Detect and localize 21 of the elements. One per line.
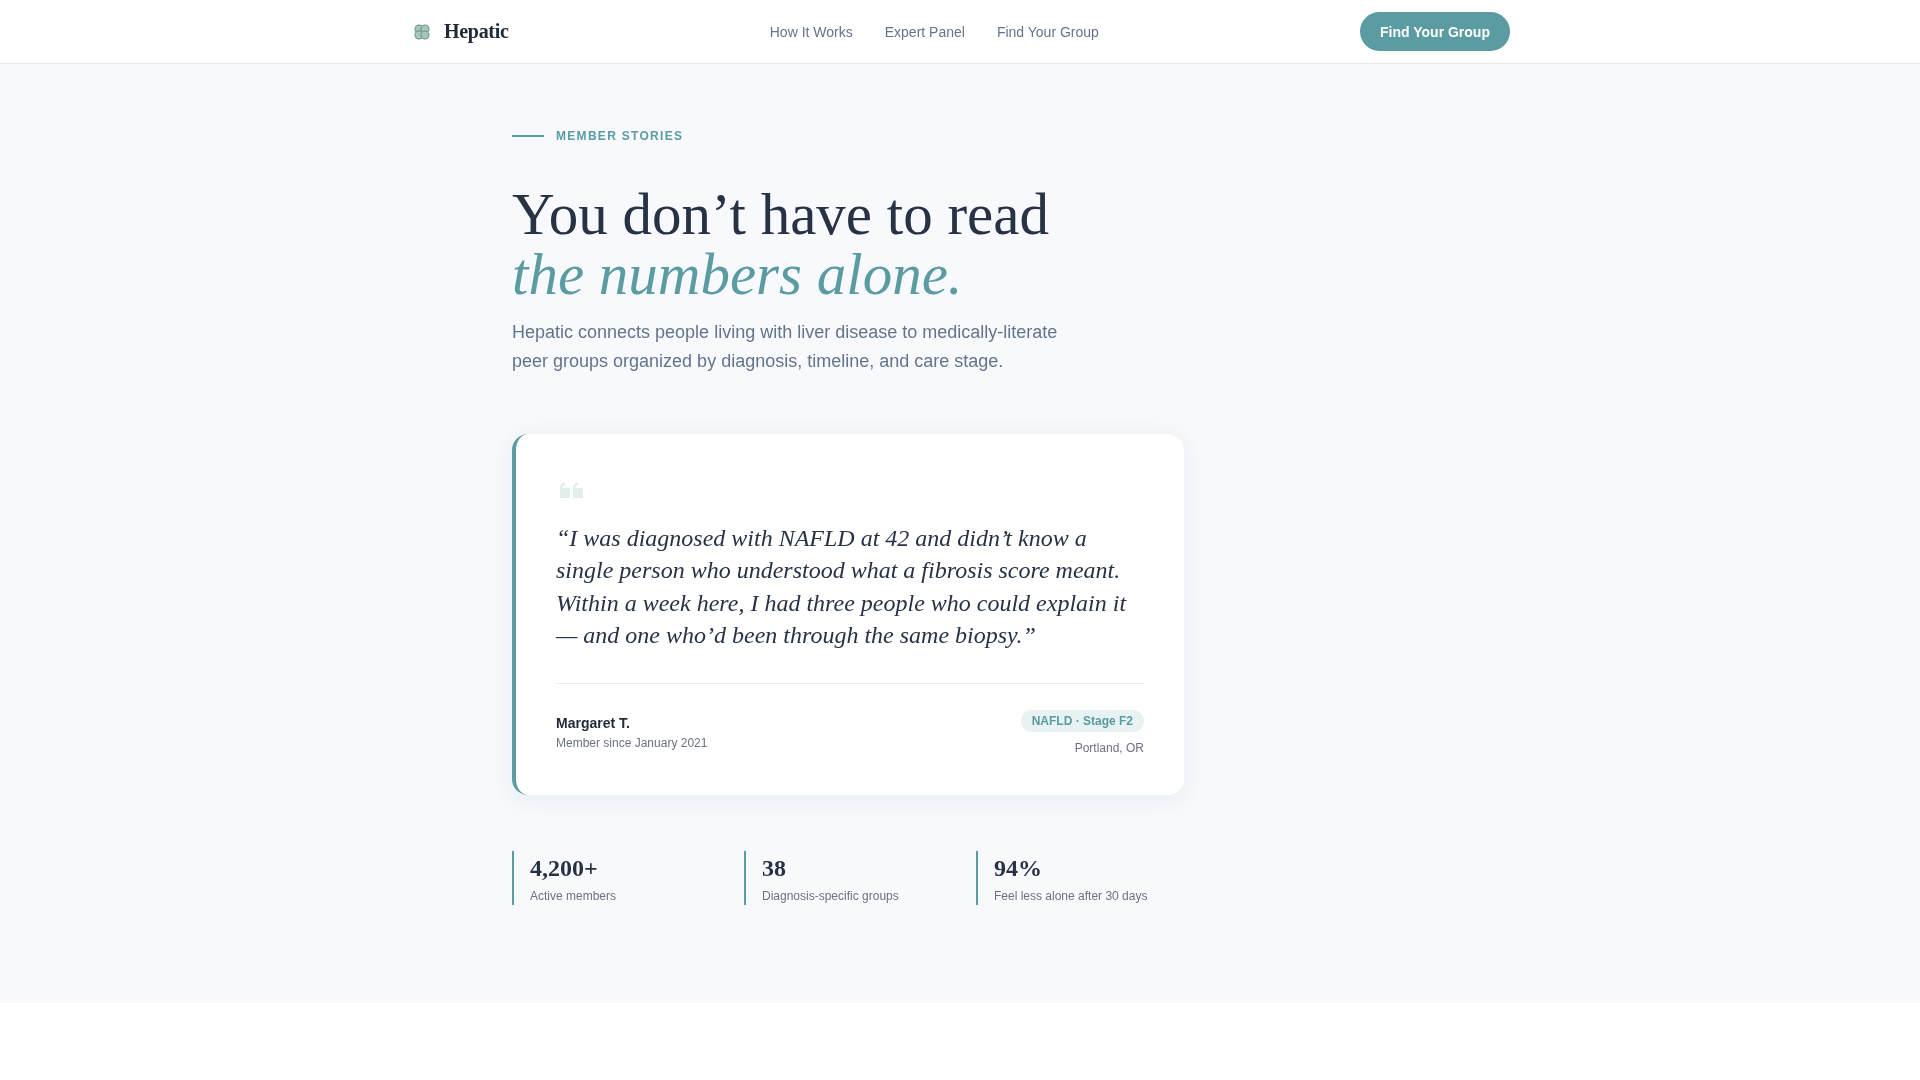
headline: You don’t have to read the numbers alone. bbox=[512, 184, 1050, 304]
nav-link[interactable]: How It Works bbox=[769, 23, 853, 40]
stat-value: 38 bbox=[762, 855, 787, 882]
member-since-text: Member since January 2021 bbox=[556, 736, 708, 751]
nav-link[interactable]: Find Your Group bbox=[996, 23, 1099, 40]
logo-text[interactable]: Hepatic bbox=[444, 20, 509, 43]
stat-label: Active members bbox=[530, 889, 618, 904]
diagnosis-tag: NAFLD · Stage F2 bbox=[1020, 710, 1144, 733]
stat-label: Feel less alone after 30 days bbox=[994, 889, 1149, 904]
find-group-button[interactable]: Find Your Group bbox=[1360, 12, 1510, 51]
description-text: Hepatic connects people living with liver disease to medically-literate peer groups organized by diagnosis, timeline, and care stage. bbox=[512, 321, 1059, 373]
location-text: Portland, OR bbox=[1074, 741, 1144, 756]
author-name: Margaret T. bbox=[556, 715, 631, 732]
quote-mark-icon bbox=[559, 482, 585, 498]
testimonial-quote: “I was diagnosed with NAFLD at 42 and didn’t know a single person who understood what a fibrosis score meant. Within a week here, I had three people who could explain it — and one who’d been through the same biopsy.” bbox=[556, 524, 1128, 650]
logo-icon bbox=[414, 23, 430, 40]
stat-value: 94% bbox=[994, 855, 1043, 882]
eyebrow-label: MEMBER STORIES bbox=[556, 129, 684, 143]
stat-value: 4,200+ bbox=[530, 855, 599, 882]
nav-link[interactable]: Expert Panel bbox=[884, 23, 965, 40]
stat-label: Diagnosis-specific groups bbox=[762, 889, 900, 904]
